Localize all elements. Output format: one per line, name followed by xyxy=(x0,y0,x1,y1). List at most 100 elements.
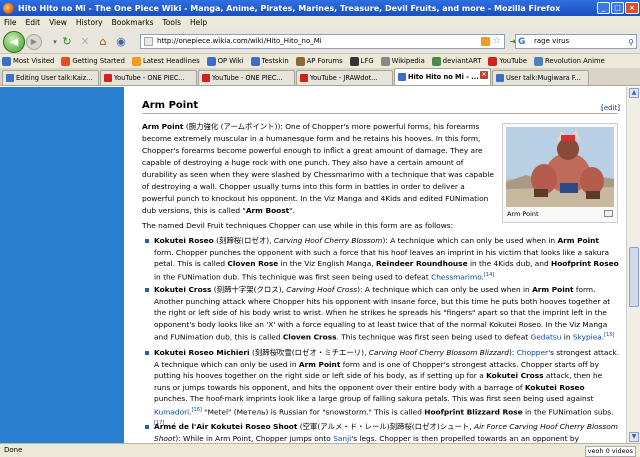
bookmark-icon xyxy=(61,56,71,66)
bookmark-getting-started[interactable]: Getting Started xyxy=(61,56,125,66)
reference-15[interactable]: [15] xyxy=(604,332,614,338)
tab-user-talk-mugiwara[interactable]: User talk:Mugiwara F... xyxy=(492,70,589,85)
youtube-icon xyxy=(300,74,308,82)
menu-edit[interactable]: Edit xyxy=(26,18,41,27)
thumbnail-caption: Arm Point xyxy=(507,210,539,218)
menu-bookmarks[interactable]: Bookmarks xyxy=(112,18,154,27)
status-text: Done xyxy=(4,446,23,454)
menu-view[interactable]: View xyxy=(49,18,67,27)
arm-point-description: Arm Point (腕力強化 (アームポイント)): One of Chopp… xyxy=(142,122,494,215)
google-icon: G xyxy=(518,37,526,47)
bookmark-icon xyxy=(295,56,305,66)
site-favicon-icon xyxy=(144,37,153,46)
link-chessmarimo[interactable]: Chessmarimo xyxy=(431,272,482,281)
window-title: Hito Hito no Mi - The One Piece Wiki - M… xyxy=(18,3,561,13)
menu-file[interactable]: File xyxy=(4,18,17,27)
technique-item-kokutei-roseo: Kokutei Roseo (刻蹄桜(ロゼオ), Carving Hoof Ch… xyxy=(145,236,619,282)
bookmark-icon xyxy=(206,56,216,66)
enlarge-icon[interactable] xyxy=(604,210,613,217)
bookmark-ap-forums[interactable]: AP Forums xyxy=(295,56,343,66)
bookmark-op-wiki[interactable]: OP Wiki xyxy=(206,56,244,66)
forward-button[interactable]: ▶ xyxy=(26,34,42,50)
link-gedatsu[interactable]: Gedatsu xyxy=(531,333,562,342)
bookmark-icon xyxy=(349,56,359,66)
bookmark-testskin[interactable]: Testskin xyxy=(250,56,289,66)
rss-icon xyxy=(131,56,141,66)
scroll-up-icon[interactable]: ▲ xyxy=(629,88,639,98)
scrollbar-thumb[interactable] xyxy=(629,247,639,307)
bookmark-deviantart[interactable]: deviantART xyxy=(431,56,481,66)
youtube-icon xyxy=(104,74,112,82)
bookmark-icon xyxy=(250,56,260,66)
bookmarks-toolbar: Most Visited Getting Started Latest Head… xyxy=(0,54,640,68)
close-button[interactable]: × xyxy=(625,2,639,14)
reference-14[interactable]: [14] xyxy=(484,272,494,278)
reload-icon[interactable]: ↻ xyxy=(60,35,74,49)
window-titlebar: Hito Hito no Mi - The One Piece Wiki - M… xyxy=(0,0,640,16)
forward-arrow-icon: ▶ xyxy=(30,37,38,46)
menu-bar: File Edit View History Bookmarks Tools H… xyxy=(0,16,640,28)
link-sanji[interactable]: Sanji xyxy=(333,434,351,443)
link-skypiea[interactable]: Skypiea xyxy=(573,333,602,342)
link-chopper[interactable]: Chopper xyxy=(517,348,548,357)
wikia-icon xyxy=(6,74,14,82)
maximize-button[interactable]: □ xyxy=(611,2,624,14)
section-heading: Arm Point xyxy=(142,100,618,114)
bookmark-youtube[interactable]: YouTube xyxy=(488,56,527,66)
technique-item-kokutei-cross: Kokutei Cross (刻蹄十字架(クロス), Carving Hoof … xyxy=(145,284,620,343)
tab-bar: Editing User talk:Kaiz... YouTube - ONE … xyxy=(0,68,640,86)
tab-youtube-3[interactable]: YouTube - JRAWdot... xyxy=(296,70,393,85)
status-bar: Done veoh 0 videos xyxy=(0,443,640,457)
search-icon[interactable]: ⚲ xyxy=(628,36,634,48)
bookmark-icon xyxy=(534,56,543,66)
youtube-icon xyxy=(488,56,498,66)
bookmark-revolution-anime[interactable]: Revolution Anime xyxy=(534,56,605,66)
firefox-icon xyxy=(3,2,14,14)
bookmark-star-icon[interactable]: ☆ xyxy=(493,35,501,48)
tab-editing-user-talk[interactable]: Editing User talk:Kaiz... xyxy=(2,70,99,85)
arm-point-image[interactable] xyxy=(506,127,614,207)
technique-item-armee-de-lair: Armé de l'Air Kokutei Roseo Shoot (空軍(アル… xyxy=(145,421,620,443)
deviantart-icon xyxy=(431,56,441,66)
edit-section: [edit] xyxy=(601,104,620,112)
bookmark-most-visited[interactable]: Most Visited xyxy=(2,56,54,66)
home-icon[interactable]: ⌂ xyxy=(96,35,110,49)
addon-icon[interactable]: ◉ xyxy=(114,35,128,49)
youtube-icon xyxy=(202,74,210,82)
link-kumadori[interactable]: Kumadori xyxy=(154,407,189,416)
scroll-down-icon[interactable]: ▼ xyxy=(629,432,639,442)
reference-16[interactable]: [16] xyxy=(192,407,202,413)
bookmark-lfg[interactable]: LFG xyxy=(349,56,374,66)
url-bar[interactable]: http://onepiece.wikia.com/wiki/Hito_Hito… xyxy=(140,34,505,49)
bookmark-latest-headlines[interactable]: Latest Headlines xyxy=(131,56,200,66)
back-arrow-icon: ◀ xyxy=(9,35,19,48)
tab-hito-hito-no-mi[interactable]: Hito Hito no Mi - ... × xyxy=(394,68,491,85)
edit-link[interactable]: edit xyxy=(604,104,617,112)
menu-help[interactable]: Help xyxy=(190,18,207,27)
rss-feed-icon[interactable] xyxy=(481,37,490,46)
search-input[interactable]: G rage virus ⚲ xyxy=(515,34,637,49)
minimize-button[interactable]: _ xyxy=(597,2,610,14)
menu-tools[interactable]: Tools xyxy=(163,18,181,27)
wiki-skin-sidebar xyxy=(0,87,124,443)
thumbnail-box: Arm Point xyxy=(502,123,618,223)
bookmark-wikipedia[interactable]: Wikipedia xyxy=(380,56,425,66)
url-text: http://onepiece.wikia.com/wiki/Hito_Hito… xyxy=(157,37,322,45)
vertical-scrollbar[interactable]: ▲ ▼ xyxy=(626,87,640,443)
article-content: Arm Point [edit] Arm Point Arm Point (腕力… xyxy=(124,87,626,443)
tab-youtube-1[interactable]: YouTube - ONE PIEC... xyxy=(100,70,197,85)
navigation-toolbar: ◀ ▶ ▾ ↻ ✕ ⌂ ◉ http://onepiece.wikia.com/… xyxy=(0,28,640,54)
wikia-icon xyxy=(496,74,504,82)
bookmark-icon xyxy=(2,56,11,66)
search-text: rage virus xyxy=(534,37,570,45)
close-tab-icon[interactable]: × xyxy=(480,71,488,79)
veoh-addon-badge[interactable]: veoh 0 videos xyxy=(584,446,636,457)
wikipedia-icon xyxy=(380,56,390,66)
wikia-icon xyxy=(398,73,406,81)
stop-icon[interactable]: ✕ xyxy=(78,35,92,49)
techniques-intro: The named Devil Fruit techniques Chopper… xyxy=(142,221,454,230)
menu-history[interactable]: History xyxy=(76,18,103,27)
tab-youtube-2[interactable]: YouTube - ONE PIEC... xyxy=(198,70,295,85)
back-button[interactable]: ◀ xyxy=(3,31,25,53)
technique-item-kokutei-roseo-michieri: Kokutei Roseo Michieri (刻蹄桜吹雪(ロゼオ・ミチエーリ)… xyxy=(145,347,620,431)
